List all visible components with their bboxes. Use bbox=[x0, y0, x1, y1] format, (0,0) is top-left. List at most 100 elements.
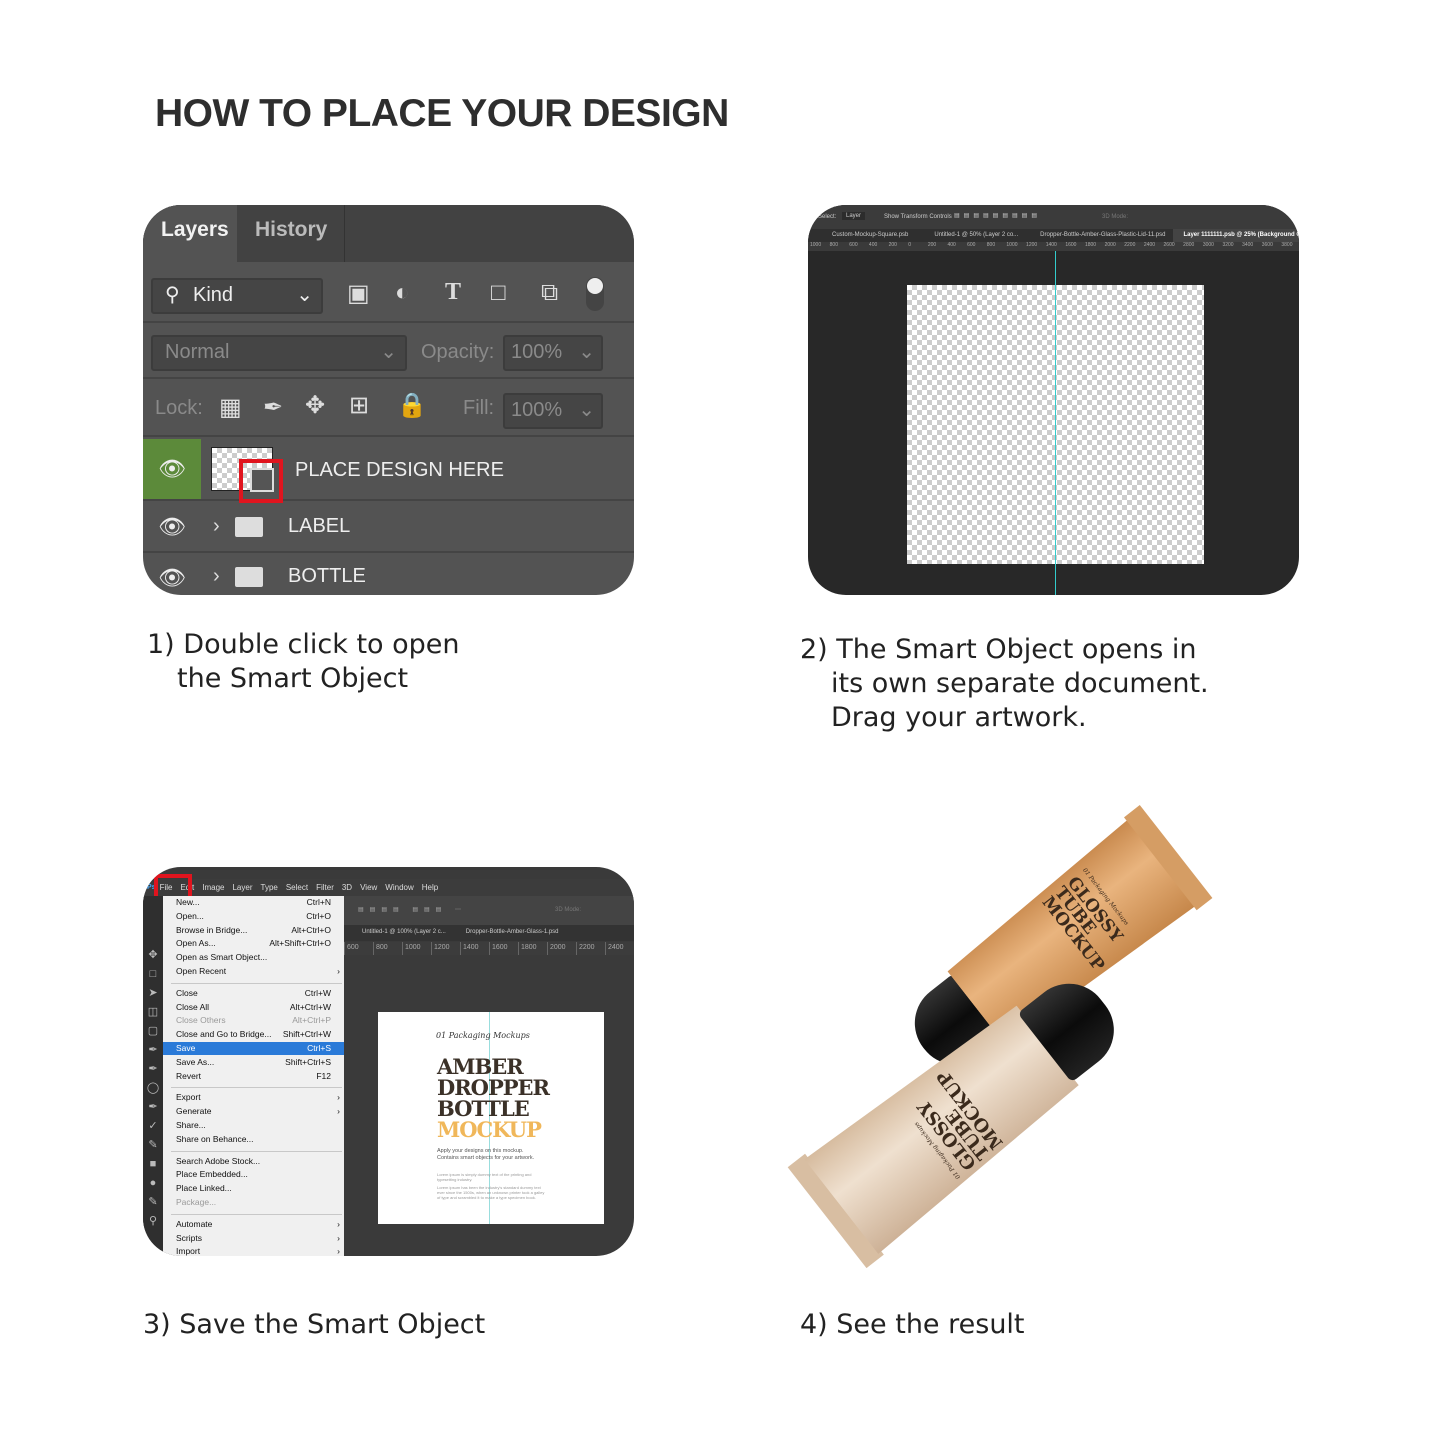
menu-3d[interactable]: 3D bbox=[342, 883, 352, 892]
align-icons[interactable]: ▤▤▤▤ ▤▤▤ ⋯ bbox=[358, 906, 467, 913]
filter-toggle[interactable] bbox=[586, 277, 604, 311]
menu-item-revert[interactable]: Revert F12 bbox=[163, 1070, 344, 1083]
fill-input[interactable]: 100% ⌄ bbox=[503, 393, 603, 429]
tab-layers[interactable]: Layers bbox=[143, 205, 237, 262]
menu-item-generate[interactable]: Generate › bbox=[163, 1105, 344, 1118]
smart-object-icon[interactable] bbox=[250, 468, 274, 492]
menu-window[interactable]: Window bbox=[385, 883, 413, 892]
menu-layer[interactable]: Layer bbox=[232, 883, 252, 892]
menu-item-search-adobe-stock[interactable]: Search Adobe Stock... bbox=[163, 1155, 344, 1168]
document-tab[interactable]: Untitled-1 @ 50% (Layer 2 co... bbox=[916, 229, 1026, 242]
opacity-input[interactable]: 100% ⌄ bbox=[503, 335, 603, 371]
ruler-tick: 600 bbox=[967, 242, 976, 248]
adjustment-filter-icon[interactable]: ◐ bbox=[395, 279, 410, 307]
menu-item-close-all[interactable]: Close All Alt+Ctrl+W bbox=[163, 1001, 344, 1014]
menu-item-import[interactable]: Import › bbox=[163, 1245, 344, 1256]
layer-name[interactable]: BOTTLE bbox=[288, 565, 366, 588]
ruler-tick: 1400 bbox=[1045, 242, 1057, 248]
document-tab[interactable]: Dropper-Bottle-Amber-Glass-Plastic-Lid-1… bbox=[1026, 229, 1173, 242]
ruler-tick: 2800 bbox=[1183, 242, 1195, 248]
menu-item-place-linked[interactable]: Place Linked... bbox=[163, 1182, 344, 1195]
chevron-right-icon[interactable]: › bbox=[213, 565, 220, 588]
layer-name[interactable]: LABEL bbox=[288, 515, 350, 538]
menu-image[interactable]: Image bbox=[202, 883, 224, 892]
document-tab[interactable]: Custom-Mockup-Square.psb bbox=[808, 229, 916, 242]
lock-all-icon[interactable]: 🔒 bbox=[397, 391, 427, 420]
layer-row[interactable]: 👁 PLACE DESIGN HERE bbox=[143, 439, 634, 503]
menu-item-open-recent[interactable]: Open Recent › bbox=[163, 965, 344, 978]
chevron-right-icon: › bbox=[337, 1232, 340, 1243]
menu-item-label: Share on Behance... bbox=[176, 1133, 254, 1144]
menu-item-label: Search Adobe Stock... bbox=[176, 1155, 261, 1166]
menu-select[interactable]: Select bbox=[286, 883, 308, 892]
lock-transparent-icon[interactable]: ▦ bbox=[219, 393, 242, 422]
select-dropdown[interactable]: Layer bbox=[842, 212, 866, 220]
menu-item-close-others[interactable]: Close Others Alt+Ctrl+P bbox=[163, 1014, 344, 1027]
align-icons[interactable]: ▤▤▤▤▤▤▤▤▤ bbox=[954, 212, 1041, 219]
ruler-tick: 1200 bbox=[431, 942, 460, 955]
tab-history[interactable]: History bbox=[237, 205, 345, 262]
menu-item-shortcut: Alt+Ctrl+O bbox=[291, 924, 331, 935]
caption-line: 2) The Smart Object opens in bbox=[800, 634, 1197, 665]
step-4-caption: 4) See the result bbox=[800, 1309, 1025, 1340]
filter-kind-select[interactable]: ⚲ Kind ⌄ bbox=[151, 278, 323, 314]
lock-artboard-icon[interactable]: ⊞ bbox=[349, 391, 369, 420]
menu-item-automate[interactable]: Automate › bbox=[163, 1218, 344, 1231]
eye-icon[interactable]: 👁 bbox=[143, 439, 201, 499]
type-filter-icon[interactable]: T bbox=[445, 279, 461, 306]
doc-body: Lorem ipsum is simply dummy text of the … bbox=[437, 1172, 532, 1182]
smart-object-filter-icon[interactable]: ⧉ bbox=[541, 279, 558, 307]
menu-item-open-as[interactable]: Open As... Alt+Shift+Ctrl+O bbox=[163, 937, 344, 950]
document-tab[interactable]: Untitled-1 @ 100% (Layer 2 c... bbox=[344, 925, 456, 941]
ruler-tick: 2000 bbox=[1104, 242, 1116, 248]
document-canvas[interactable]: 01 Packaging Mockups AMBER DROPPER BOTTL… bbox=[378, 1012, 604, 1224]
blend-mode-select[interactable]: Normal ⌄ bbox=[151, 335, 407, 371]
menu-item-new[interactable]: New... Ctrl+N bbox=[163, 896, 344, 909]
layer-name[interactable]: PLACE DESIGN HERE bbox=[295, 459, 504, 482]
menu-item-label: Close Others bbox=[176, 1015, 226, 1026]
chevron-down-icon: ⌄ bbox=[578, 341, 595, 363]
menu-type[interactable]: Type bbox=[261, 883, 278, 892]
menu-item-open-as-smart-object[interactable]: Open as Smart Object... bbox=[163, 951, 344, 964]
chevron-down-icon: ⌄ bbox=[296, 284, 313, 306]
menu-item-save[interactable]: Save Ctrl+S bbox=[163, 1042, 344, 1055]
menu-help[interactable]: Help bbox=[422, 883, 438, 892]
menu-item-shortcut: Alt+Shift+Ctrl+O bbox=[269, 938, 331, 949]
lock-paint-icon[interactable]: ✒ bbox=[263, 393, 283, 422]
document-tab-active[interactable]: Layer 1111111.psb @ 25% (Background Colo… bbox=[1173, 229, 1299, 242]
ruler-tick: 2600 bbox=[1163, 242, 1175, 248]
menu-item-save-as[interactable]: Save As... Shift+Ctrl+S bbox=[163, 1056, 344, 1069]
ruler-tick: 1000 bbox=[1006, 242, 1018, 248]
menu-filter[interactable]: Filter bbox=[316, 883, 334, 892]
menu-item-share-on-behance[interactable]: Share on Behance... bbox=[163, 1133, 344, 1146]
step-1-caption: 1) Double click to open the Smart Object bbox=[147, 628, 460, 696]
chevron-right-icon: › bbox=[337, 1106, 340, 1117]
menu-view[interactable]: View bbox=[360, 883, 377, 892]
menu-item-share[interactable]: Share... bbox=[163, 1119, 344, 1132]
image-filter-icon[interactable]: ▣ bbox=[347, 279, 370, 308]
menu-item-shortcut: Ctrl+O bbox=[306, 910, 331, 921]
eye-icon[interactable]: 👁 bbox=[143, 503, 201, 551]
menu-item-place-embedded[interactable]: Place Embedded... bbox=[163, 1168, 344, 1181]
document-tab[interactable]: Dropper-Bottle-Amber-Glass-1.psd bbox=[456, 925, 565, 941]
menu-separator bbox=[171, 1087, 342, 1089]
menu-item-package[interactable]: Package... bbox=[163, 1196, 344, 1209]
menu-item-close[interactable]: Close Ctrl+W bbox=[163, 987, 344, 1000]
menu-item-export[interactable]: Export › bbox=[163, 1091, 344, 1104]
tools-bar[interactable]: ✥ □ ➤ ◫ ▢ ✒ ✒ ◯ ✒ ✓ ✎ ■ ● ✎ ⚲ bbox=[143, 896, 163, 1256]
doc-title-line: BOTTLE bbox=[437, 1096, 530, 1121]
layer-row[interactable]: 👁 › LABEL bbox=[143, 503, 634, 553]
transform-controls-checkbox[interactable]: Show Transform Controls bbox=[884, 214, 952, 220]
result-tubes-image: 01 Packaging Mockups GLOSSY TUBE MOCKUP … bbox=[770, 750, 1250, 1300]
menu-item-browse-in-bridge[interactable]: Browse in Bridge... Alt+Ctrl+O bbox=[163, 924, 344, 937]
eye-icon[interactable]: 👁 bbox=[143, 553, 201, 595]
layer-row[interactable]: 👁 › BOTTLE bbox=[143, 553, 634, 595]
shape-filter-icon[interactable]: □ bbox=[491, 279, 506, 307]
menu-item-close-and-go-to-bridge[interactable]: Close and Go to Bridge... Shift+Ctrl+W bbox=[163, 1028, 344, 1041]
menu-item-open[interactable]: Open... Ctrl+O bbox=[163, 910, 344, 923]
menu-item-scripts[interactable]: Scripts › bbox=[163, 1232, 344, 1245]
chevron-right-icon[interactable]: › bbox=[213, 515, 220, 538]
menu-item-label: Revert bbox=[176, 1070, 202, 1081]
ruler-tick: 400 bbox=[868, 242, 878, 248]
lock-move-icon[interactable]: ✥ bbox=[305, 391, 325, 420]
